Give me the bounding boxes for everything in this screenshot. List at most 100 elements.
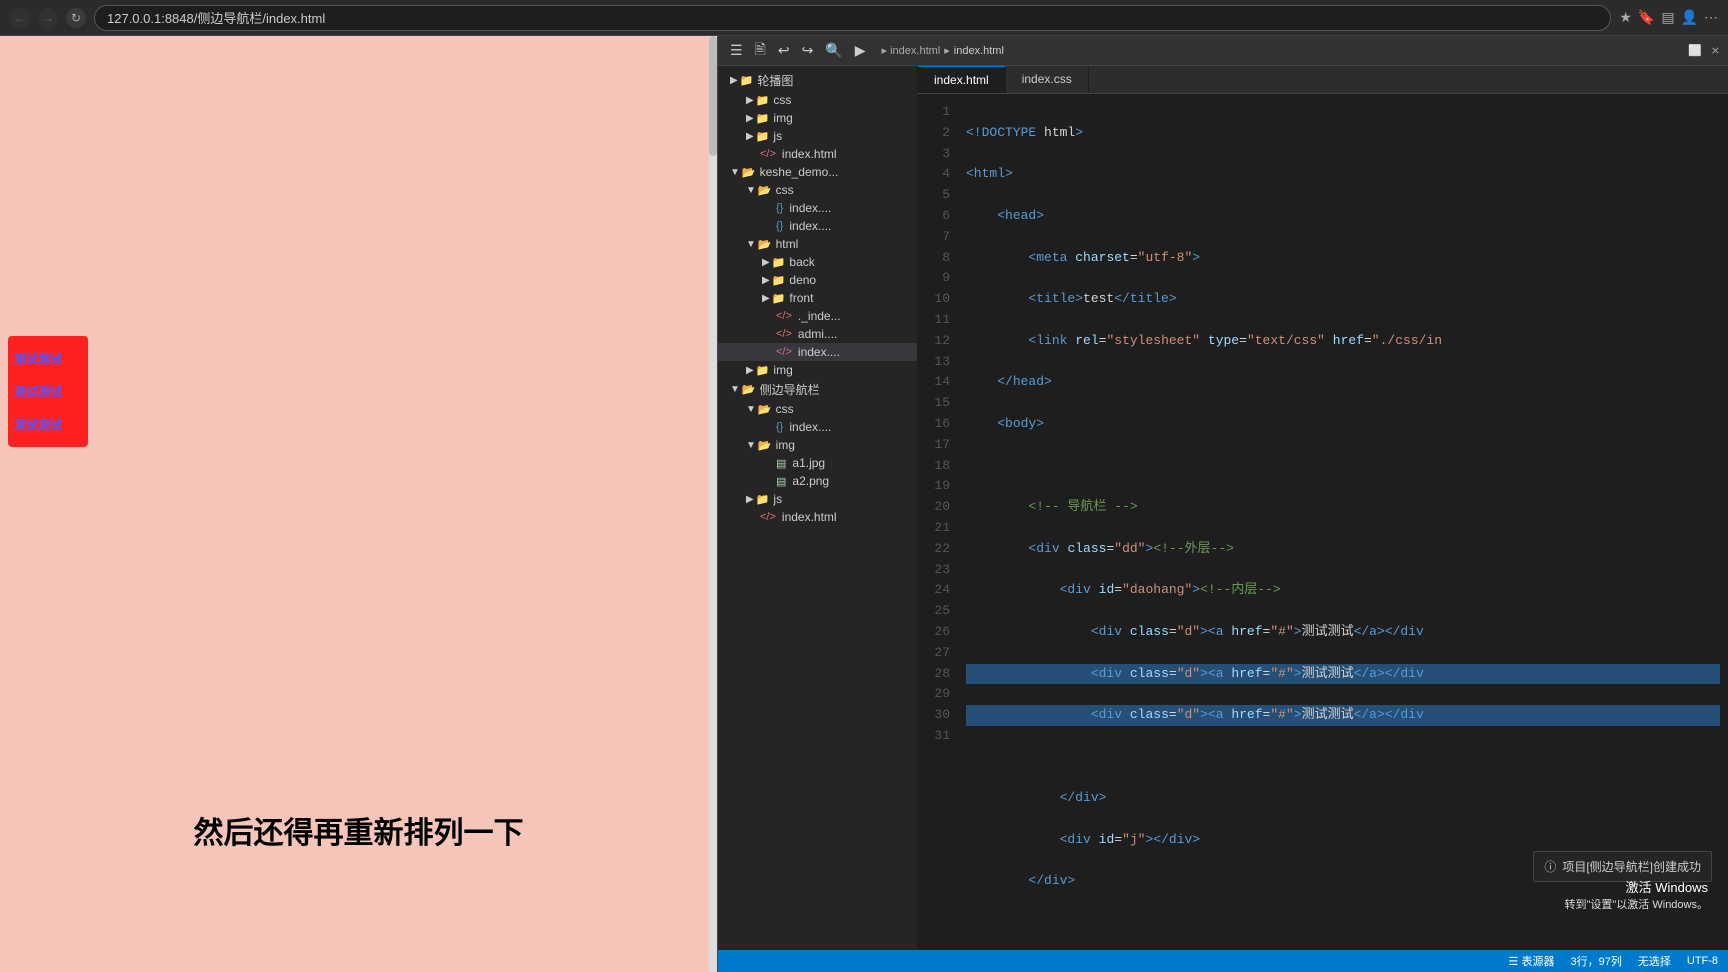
folder-icon: 📁 bbox=[772, 292, 786, 305]
toolbar-right-icons: ⬜ ⨯ bbox=[1688, 44, 1720, 57]
tree-label: js bbox=[773, 492, 782, 506]
address-bar[interactable]: 127.0.0.1:8848/侧边导航栏/index.html bbox=[94, 5, 1611, 31]
tree-item-deno[interactable]: ▶ 📁 deno bbox=[718, 271, 917, 289]
scrollbar-track[interactable] bbox=[709, 36, 717, 972]
tree-label: 轮播图 bbox=[757, 72, 793, 89]
arrow-icon: ▶ bbox=[762, 257, 770, 268]
img-file-icon2: ▤ bbox=[776, 475, 786, 488]
folder-icon: 📁 bbox=[756, 112, 770, 125]
file-icon[interactable]: 🖹 bbox=[751, 37, 770, 65]
tree-label: admi.... bbox=[798, 327, 837, 341]
tree-item-keshe[interactable]: ▼ 📂 keshe_demo... bbox=[718, 163, 917, 181]
tree-label: css bbox=[776, 183, 794, 197]
arrow-icon: ▼ bbox=[730, 384, 740, 395]
tree-label: index.html bbox=[782, 147, 837, 161]
undo-icon[interactable]: ↩ bbox=[774, 40, 794, 61]
status-line: ☰ 表源器 bbox=[1509, 953, 1555, 969]
code-editor[interactable]: 12345 678910 1112131415 1617181920 21222… bbox=[918, 94, 1728, 950]
tree-item-front[interactable]: ▶ 📁 front bbox=[718, 289, 917, 307]
browser-chrome: ← → ↻ 127.0.0.1:8848/侧边导航栏/index.html ★ … bbox=[0, 0, 1728, 36]
arrow-icon: ▼ bbox=[746, 440, 756, 451]
tree-item-css1[interactable]: ▶ 📁 css bbox=[718, 91, 917, 109]
arrow-icon: ▶ bbox=[730, 75, 738, 86]
sidebar-item-2[interactable]: 测试测试 bbox=[8, 375, 88, 408]
forward-button[interactable]: → bbox=[38, 8, 58, 28]
tree-label: index.... bbox=[789, 219, 831, 233]
notification-icon: ⓘ bbox=[1544, 858, 1556, 875]
arrow-icon: ▶ bbox=[746, 95, 754, 106]
tree-item-img3[interactable]: ▼ 📂 img bbox=[718, 436, 917, 454]
tree-item-css-index[interactable]: {} index.... bbox=[718, 418, 917, 436]
sidebar-item-3[interactable]: 测试测试 bbox=[8, 408, 88, 441]
star-icon[interactable]: ★ bbox=[1619, 9, 1632, 26]
menu-icon[interactable]: ⋯ bbox=[1704, 9, 1718, 26]
status-icon: ☰ bbox=[1509, 956, 1519, 968]
menu-toolbar-icon[interactable]: ☰ bbox=[726, 40, 747, 61]
search-toolbar-icon[interactable]: 🔍 bbox=[821, 40, 846, 61]
split-icon[interactable]: ⬜ bbox=[1688, 45, 1702, 57]
tree-item-img1[interactable]: ▶ 📁 img bbox=[718, 109, 917, 127]
extensions-icon[interactable]: ▤ bbox=[1661, 9, 1674, 26]
arrow-icon: ▼ bbox=[746, 404, 756, 415]
tree-label: img bbox=[776, 438, 795, 452]
folder-icon: 📁 bbox=[772, 274, 786, 287]
notification-text: 项目[侧边导航栏]创建成功 bbox=[1562, 858, 1701, 875]
tree-item-css3[interactable]: ▼ 📂 css bbox=[718, 400, 917, 418]
tree-label: 侧边导航栏 bbox=[760, 381, 820, 398]
folder-icon-open: 📂 bbox=[742, 166, 756, 179]
status-encoding: UTF-8 bbox=[1687, 955, 1718, 967]
windows-activation-line1: 激活 Windows bbox=[1565, 877, 1709, 896]
tab-index-html[interactable]: index.html bbox=[918, 66, 1006, 93]
tree-item-back[interactable]: ▶ 📁 back bbox=[718, 253, 917, 271]
tree-item-js1[interactable]: ▶ 📁 js bbox=[718, 127, 917, 145]
tree-item-a1jpg[interactable]: ▤ a1.jpg bbox=[718, 454, 917, 472]
tree-item-html-folder[interactable]: ▼ 📂 html bbox=[718, 235, 917, 253]
tree-item-img2[interactable]: ▶ 📁 img bbox=[718, 361, 917, 379]
tree-item-index-html1[interactable]: </> index.html bbox=[718, 145, 917, 163]
tree-item-carousel[interactable]: ▶ 📁 轮播图 bbox=[718, 70, 917, 91]
html-file-icon2: </> bbox=[776, 310, 792, 322]
tree-item-js2[interactable]: ▶ 📁 js bbox=[718, 490, 917, 508]
folder-icon-open: 📂 bbox=[758, 184, 772, 197]
tree-label: a2.png bbox=[792, 474, 829, 488]
folder-icon-open: 📂 bbox=[742, 383, 756, 396]
html-file-icon4: </> bbox=[776, 346, 792, 358]
tree-label: front bbox=[789, 291, 813, 305]
run-icon[interactable]: ▶ bbox=[851, 40, 870, 61]
vscode-body: ▶ 📁 轮播图 ▶ 📁 css ▶ 📁 img bbox=[718, 66, 1728, 950]
sidebar-item-1[interactable]: 测试测试 bbox=[8, 342, 88, 375]
reload-button[interactable]: ↻ bbox=[66, 8, 86, 28]
vscode-panel: ☰ 🖹 ↩ ↪ 🔍 ▶ ▸ index.html ▸ index.html ⬜ … bbox=[718, 36, 1728, 972]
profile-icon[interactable]: 👤 bbox=[1681, 9, 1698, 26]
tree-label: css bbox=[773, 93, 791, 107]
arrow-icon: ▼ bbox=[746, 185, 756, 196]
bookmark-icon[interactable]: 🔖 bbox=[1638, 9, 1655, 26]
tree-item-css2[interactable]: ▼ 📂 css bbox=[718, 181, 917, 199]
tree-label: deno bbox=[789, 273, 816, 287]
folder-icon: 📁 bbox=[772, 256, 786, 269]
tree-label: html bbox=[776, 237, 799, 251]
html-file-icon: </> bbox=[760, 148, 776, 160]
tree-label: back bbox=[789, 255, 814, 269]
tree-item-a2png[interactable]: ▤ a2.png bbox=[718, 472, 917, 490]
back-button[interactable]: ← bbox=[10, 8, 30, 28]
tree-item-index-css2[interactable]: {} index.... bbox=[718, 217, 917, 235]
collapse-icon[interactable]: ⨯ bbox=[1711, 45, 1720, 57]
status-line-text: 表源器 bbox=[1521, 956, 1554, 968]
code-content[interactable]: <!DOCTYPE html> <html> <head> <meta char… bbox=[958, 94, 1728, 950]
tree-label: index.... bbox=[789, 420, 831, 434]
css-file-icon: {} bbox=[776, 202, 783, 214]
tree-label: a1.jpg bbox=[792, 456, 825, 470]
tree-item-index-html2[interactable]: </> index.... bbox=[718, 343, 917, 361]
tree-label: index.html bbox=[782, 510, 837, 524]
redo-icon[interactable]: ↪ bbox=[798, 40, 818, 61]
tree-item-sidebar-nav[interactable]: ▼ 📂 侧边导航栏 bbox=[718, 379, 917, 400]
tree-item-index-html3[interactable]: </> index.html bbox=[718, 508, 917, 526]
tree-item-inde[interactable]: </> ._inde... bbox=[718, 307, 917, 325]
tree-item-index-css1[interactable]: {} index.... bbox=[718, 199, 917, 217]
tab-index-css[interactable]: index.css bbox=[1006, 66, 1089, 93]
tree-item-admi[interactable]: </> admi.... bbox=[718, 325, 917, 343]
browser-preview: 测试测试 测试测试 测试测试 然后还得再重新排列一下 bbox=[0, 36, 718, 972]
scrollbar-thumb[interactable] bbox=[709, 36, 717, 156]
status-bar: ☰ 表源器 3行，97列 无选择 UTF-8 bbox=[718, 950, 1728, 972]
